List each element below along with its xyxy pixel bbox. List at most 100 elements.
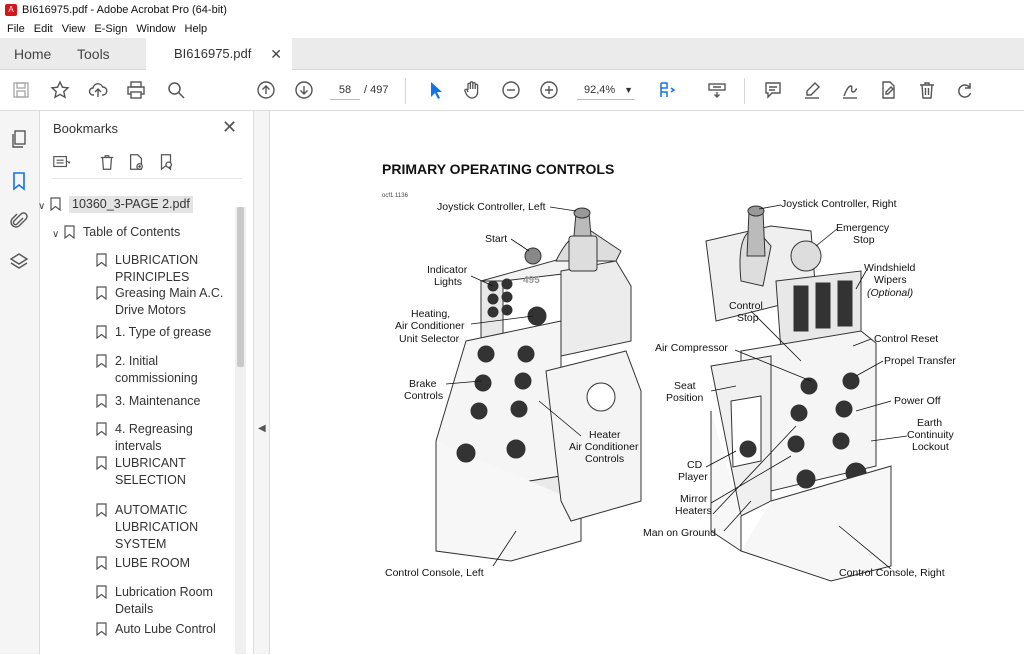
print-icon[interactable] <box>125 79 147 101</box>
bookmark-label: LUBE ROOM <box>115 556 191 570</box>
previous-page-icon[interactable] <box>255 79 277 101</box>
find-bookmark-icon[interactable] <box>157 153 177 175</box>
scroll-mode-icon[interactable] <box>706 79 728 101</box>
acrobat-icon: A <box>5 3 17 16</box>
tab-bar: Home Tools BI616975.pdf ✕ <box>0 38 1024 71</box>
bookmarks-icon[interactable] <box>9 171 31 193</box>
delete-icon[interactable] <box>916 79 938 101</box>
document-view[interactable]: PRIMARY OPERATING CONTROLS ocf1 1136 495… <box>271 111 1024 654</box>
menu-esign[interactable]: E-Sign <box>94 23 127 35</box>
chevron-down-icon[interactable]: ∨ <box>52 226 59 243</box>
sign-icon[interactable] <box>839 79 861 101</box>
zoom-search-icon[interactable] <box>165 79 187 101</box>
next-page-icon[interactable] <box>293 79 315 101</box>
label-brake: Brake <box>409 378 437 390</box>
label-heater: Heater <box>589 429 621 441</box>
menu-bar: File Edit View E-Sign Window Help <box>0 19 1024 38</box>
bookmark-icon <box>96 286 107 300</box>
zoom-out-icon[interactable] <box>500 79 522 101</box>
label-windshield: Windshield <box>864 262 916 274</box>
bookmark-icon <box>64 225 75 239</box>
window-title: BI616975.pdf - Adobe Acrobat Pro (64-bit… <box>22 3 227 16</box>
label-control-reset: Control Reset <box>874 333 938 345</box>
label-optional: (Optional) <box>867 287 913 299</box>
bookmark-icon <box>96 394 107 408</box>
bookmark-label: 10360_3-PAGE 2.pdf <box>69 196 193 213</box>
rotate-icon[interactable] <box>954 79 976 101</box>
zoom-level-select[interactable]: 92,4% ▼ <box>577 80 635 100</box>
label-controls: Controls <box>404 390 443 402</box>
label-heater-ac: Air Conditioner <box>569 441 639 453</box>
bookmarks-panel-title: Bookmarks <box>53 121 119 136</box>
toolbar: 58 / 497 92,4% ▼ <box>0 70 1024 111</box>
new-bookmark-icon[interactable] <box>127 153 147 175</box>
layers-icon[interactable] <box>9 252 31 274</box>
label-propel-transfer: Propel Transfer <box>884 355 956 367</box>
collapse-arrow-icon[interactable]: ◀ <box>258 423 266 434</box>
page-number-input[interactable]: 58 <box>330 80 360 100</box>
bookmark-label: LUBRICANT SELECTION <box>115 456 186 487</box>
label-player: Player <box>678 471 708 483</box>
close-tab-icon[interactable]: ✕ <box>270 38 282 70</box>
bookmark-label: 4. Regreasing intervals <box>115 422 193 453</box>
label-control-stop: Stop <box>737 312 759 324</box>
chevron-down-icon[interactable]: ∨ <box>38 198 45 215</box>
zoom-in-icon[interactable] <box>538 79 560 101</box>
bookmark-icon <box>96 585 107 599</box>
menu-edit[interactable]: Edit <box>34 23 53 35</box>
label-seat: Seat <box>674 380 696 392</box>
menu-window[interactable]: Window <box>136 23 175 35</box>
attachments-icon[interactable] <box>9 211 31 233</box>
menu-help[interactable]: Help <box>185 23 208 35</box>
chevron-down-icon: ▼ <box>624 85 633 95</box>
bookmark-item[interactable]: LUBRICANT SELECTION <box>96 455 230 489</box>
bookmark-item[interactable]: LUBRICATION PRINCIPLES <box>96 252 230 286</box>
bookmark-item[interactable]: AUTOMATIC LUBRICATION SYSTEM <box>96 502 230 551</box>
label-heater-controls: Controls <box>585 453 624 465</box>
bookmark-item[interactable]: Greasing Main A.C. Drive Motors <box>96 285 230 319</box>
label-heating: Heating, <box>411 308 450 320</box>
close-panel-icon[interactable]: ✕ <box>222 117 237 138</box>
fill-sign-icon[interactable] <box>877 79 899 101</box>
page-heading: PRIMARY OPERATING CONTROLS <box>382 161 614 177</box>
delete-bookmark-icon[interactable] <box>98 153 118 175</box>
hand-tool-icon[interactable] <box>461 79 483 101</box>
label-indicator: Indicator <box>427 264 468 276</box>
bookmark-item[interactable]: Lubrication Room Details <box>96 584 230 618</box>
bookmark-label: Lubrication Room Details <box>115 585 213 616</box>
panel-collapse-strip[interactable]: ◀ <box>254 111 270 654</box>
menu-view[interactable]: View <box>62 23 86 35</box>
zoom-level-value: 92,4% <box>584 84 616 96</box>
save-icon[interactable] <box>10 79 32 101</box>
bookmark-label: 3. Maintenance <box>115 394 201 408</box>
star-icon[interactable] <box>49 79 71 101</box>
comment-icon[interactable] <box>762 79 784 101</box>
fit-page-icon[interactable] <box>657 79 679 101</box>
bookmark-label: 2. Initial commissioning <box>115 354 198 385</box>
bookmark-label: Auto Lube Control <box>115 622 216 636</box>
menu-file[interactable]: File <box>7 23 25 35</box>
label-earth: Earth <box>917 417 942 429</box>
bookmark-item[interactable]: 4. Regreasing intervals <box>96 421 230 455</box>
highlight-icon[interactable] <box>801 79 823 101</box>
label-joystick-right: Joystick Controller, Right <box>781 198 897 210</box>
select-cursor-icon[interactable] <box>424 79 446 101</box>
bookmark-icon <box>50 197 61 211</box>
tab-document[interactable]: BI616975.pdf ✕ <box>146 38 292 71</box>
bookmark-item[interactable]: 2. Initial commissioning <box>96 353 230 387</box>
page-thumbnails-icon[interactable] <box>9 129 31 151</box>
cloud-upload-icon[interactable] <box>87 79 109 101</box>
label-console-left: Control Console, Left <box>385 567 484 579</box>
tab-home[interactable]: Home <box>14 38 51 70</box>
bookmarks-scrollbar-thumb[interactable] <box>237 207 244 367</box>
label-wipers: Wipers <box>874 274 907 286</box>
label-cd: CD <box>687 459 703 471</box>
bookmark-item[interactable]: Auto Lube Control <box>96 621 230 655</box>
label-continuity: Continuity <box>907 429 954 441</box>
label-emergency: Emergency <box>836 222 890 234</box>
label-start: Start <box>485 233 507 245</box>
bookmark-label: 1. Type of grease <box>115 325 212 339</box>
options-menu-icon[interactable] <box>52 153 72 175</box>
page-total: / 497 <box>364 84 389 96</box>
tab-tools[interactable]: Tools <box>77 38 110 70</box>
